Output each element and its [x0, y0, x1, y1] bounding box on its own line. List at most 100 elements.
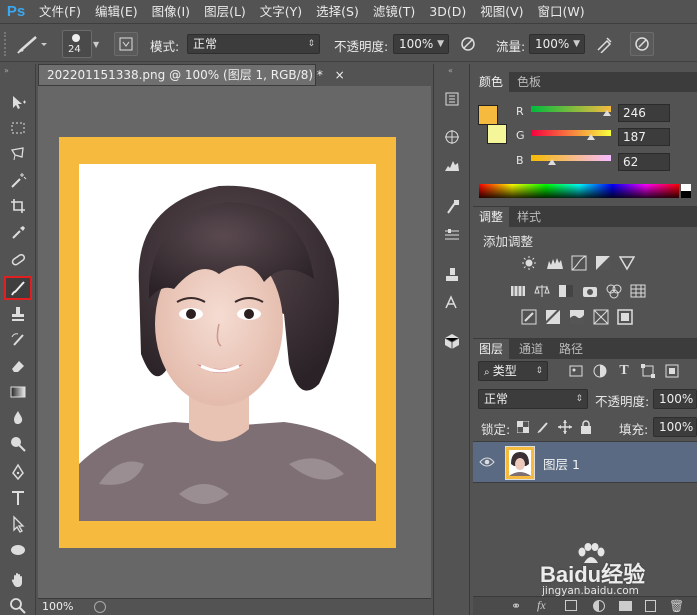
- menu-filter[interactable]: 滤镜(T): [366, 0, 422, 24]
- eraser-tool[interactable]: [4, 354, 32, 378]
- color-lookup-icon[interactable]: [629, 283, 647, 299]
- flow-field[interactable]: 100% ▼: [529, 34, 585, 54]
- canvas-area[interactable]: [38, 86, 431, 598]
- gradient-map-icon[interactable]: [592, 309, 610, 325]
- tab-swatches[interactable]: 色板: [511, 72, 547, 92]
- tab-styles[interactable]: 样式: [511, 207, 547, 227]
- menu-select[interactable]: 选择(S): [309, 0, 366, 24]
- blur-tool[interactable]: [4, 406, 32, 430]
- healing-brush-tool[interactable]: [4, 248, 32, 272]
- exposure-icon[interactable]: [594, 255, 612, 271]
- new-group-icon[interactable]: [619, 601, 632, 611]
- path-selection-tool[interactable]: [4, 512, 32, 536]
- menu-layer[interactable]: 图层(L): [197, 0, 253, 24]
- tool-presets-panel-button[interactable]: [441, 196, 463, 218]
- 3d-panel-button[interactable]: [441, 330, 463, 352]
- tool-preset-picker[interactable]: [14, 32, 50, 56]
- eyedropper-tool[interactable]: [4, 220, 32, 244]
- tab-channels[interactable]: 通道: [513, 339, 549, 359]
- threshold-icon[interactable]: [568, 309, 586, 325]
- r-slider-thumb[interactable]: [603, 110, 611, 116]
- document-tab[interactable]: 202201151338.png @ 100% (图层 1, RGB/8) * …: [38, 64, 345, 86]
- menu-edit[interactable]: 编辑(E): [88, 0, 145, 24]
- zoom-level[interactable]: 100%: [42, 600, 73, 613]
- black-white-icon[interactable]: [557, 283, 575, 299]
- shape-tool[interactable]: [4, 538, 32, 562]
- grip-handle[interactable]: [4, 32, 8, 56]
- filter-pixel-icon[interactable]: [568, 363, 584, 379]
- pressure-size-button[interactable]: [630, 32, 654, 56]
- character-panel-button[interactable]: [441, 292, 463, 314]
- layer-style-icon[interactable]: fx: [537, 598, 546, 613]
- lock-position-icon[interactable]: [558, 420, 572, 434]
- magic-wand-tool[interactable]: [4, 168, 32, 192]
- new-adjustment-layer-icon[interactable]: [593, 600, 605, 612]
- menu-file[interactable]: 文件(F): [32, 0, 88, 24]
- document-info-icon[interactable]: [94, 601, 106, 613]
- history-panel-button[interactable]: [441, 88, 463, 110]
- b-slider[interactable]: [531, 155, 611, 161]
- lasso-tool[interactable]: [4, 142, 32, 166]
- g-slider[interactable]: [531, 130, 611, 136]
- blend-mode-dropdown[interactable]: 正常 ⇕: [478, 389, 588, 409]
- lock-image-icon[interactable]: [537, 420, 551, 434]
- layer-name[interactable]: 图层 1: [543, 454, 580, 473]
- invert-icon[interactable]: [520, 309, 538, 325]
- tab-adjustments[interactable]: 调整: [473, 207, 510, 227]
- g-slider-thumb[interactable]: [587, 134, 595, 140]
- add-mask-icon[interactable]: [565, 600, 577, 611]
- selective-color-icon[interactable]: [616, 309, 634, 325]
- gradient-tool[interactable]: [4, 380, 32, 404]
- close-tab-icon[interactable]: ×: [335, 68, 345, 82]
- tab-layers[interactable]: 图层: [473, 339, 510, 359]
- pen-tool[interactable]: [4, 460, 32, 484]
- filter-type-icon[interactable]: T: [616, 363, 632, 379]
- mode-dropdown[interactable]: 正常 ⇕: [187, 34, 320, 54]
- marquee-tool[interactable]: [4, 116, 32, 140]
- dodge-tool[interactable]: [4, 432, 32, 456]
- curves-icon[interactable]: [570, 255, 588, 271]
- color-spectrum-bar[interactable]: [479, 184, 679, 198]
- brush-size-picker[interactable]: 24: [62, 30, 92, 58]
- brightness-contrast-icon[interactable]: [520, 255, 538, 271]
- r-slider[interactable]: [531, 106, 611, 112]
- tab-color[interactable]: 颜色: [473, 72, 510, 92]
- filter-smart-object-icon[interactable]: [664, 363, 680, 379]
- b-slider-thumb[interactable]: [548, 159, 556, 165]
- brush-tool[interactable]: [4, 276, 32, 300]
- r-value[interactable]: 246: [618, 104, 670, 122]
- layer-opacity-field[interactable]: 100%: [653, 389, 697, 409]
- layer-filter-dropdown[interactable]: ⌕ 类型 ⇕: [478, 361, 548, 381]
- layer-row[interactable]: 图层 1: [473, 441, 697, 483]
- link-layers-icon[interactable]: ⚭: [511, 599, 521, 613]
- history-brush-tool[interactable]: [4, 328, 32, 352]
- hue-saturation-icon[interactable]: [509, 283, 527, 299]
- clone-stamp-tool[interactable]: [4, 302, 32, 326]
- menu-type[interactable]: 文字(Y): [253, 0, 309, 24]
- fill-field[interactable]: 100%: [653, 417, 697, 437]
- vibrance-icon[interactable]: [618, 255, 636, 271]
- background-color-swatch[interactable]: [487, 124, 507, 144]
- chevron-down-icon[interactable]: ▼: [93, 40, 99, 49]
- menu-window[interactable]: 窗口(W): [531, 0, 592, 24]
- menu-view[interactable]: 视图(V): [473, 0, 530, 24]
- g-value[interactable]: 187: [618, 128, 670, 146]
- clone-source-panel-button[interactable]: [441, 264, 463, 286]
- menu-image[interactable]: 图像(I): [145, 0, 197, 24]
- crop-tool[interactable]: [4, 194, 32, 218]
- collapse-arrows-icon[interactable]: «: [448, 66, 453, 75]
- menu-3d[interactable]: 3D(D): [422, 0, 473, 24]
- navigator-panel-button[interactable]: [441, 126, 463, 148]
- type-tool[interactable]: [4, 486, 32, 510]
- pressure-opacity-button[interactable]: [457, 34, 479, 54]
- brush-panel-toggle[interactable]: [114, 32, 138, 56]
- airbrush-button[interactable]: [593, 34, 615, 54]
- filter-shape-icon[interactable]: [640, 363, 656, 379]
- histogram-panel-button[interactable]: [441, 154, 463, 176]
- black-white-swatch[interactable]: [681, 184, 691, 198]
- brush-presets-panel-button[interactable]: [441, 224, 463, 246]
- opacity-field[interactable]: 100% ▼: [393, 34, 449, 54]
- lock-transparent-icon[interactable]: [516, 420, 530, 434]
- tab-paths[interactable]: 路径: [553, 339, 589, 359]
- photo-filter-icon[interactable]: [581, 283, 599, 299]
